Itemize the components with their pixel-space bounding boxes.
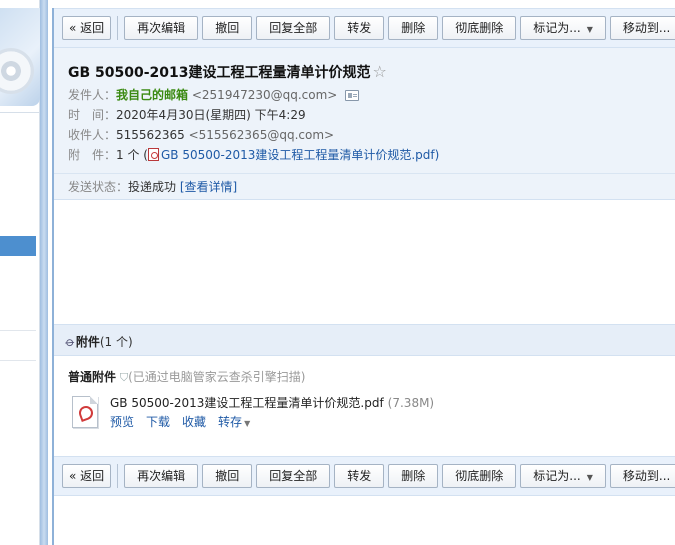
mark-as-dropdown[interactable]: 标记为... ▼ [520, 464, 606, 488]
mail-subject: GB 50500-2013建设工程工程量清单计价规范 [68, 65, 371, 81]
status-value: 投递成功 [128, 180, 177, 194]
time-row: 时 间：2020年4月30日(星期四) 下午4:29 [68, 106, 306, 124]
frame-separator[interactable] [40, 0, 48, 545]
reply-all-button[interactable]: 回复全部 [256, 16, 331, 40]
forward-button[interactable]: 转发 [334, 464, 385, 488]
attachments-section: ⌀附件(1 个) 普通附件 ⛉(已通过电脑管家云查杀引擎扫描) GB 50500… [54, 324, 675, 446]
move-to-label: 移动到... [622, 469, 671, 483]
recipient-address: <515562365@qq.com> [188, 128, 335, 142]
chevron-down-icon: ▼ [586, 473, 593, 482]
pdf-icon[interactable] [72, 396, 98, 428]
sender-name[interactable]: 我自己的邮箱 [116, 88, 188, 102]
move-to-label: 移动到... [622, 21, 671, 35]
sidebar-item-active[interactable] [0, 236, 36, 256]
left-sidebar [0, 0, 40, 545]
reedit-button[interactable]: 再次编辑 [124, 16, 199, 40]
back-button[interactable]: « 返回 [62, 464, 112, 488]
bottom-toolbar: « 返回再次编辑撤回回复全部转发删除彻底删除 标记为... ▼ 移动到...▼ [54, 456, 675, 496]
virus-scan-note: (已通过电脑管家云查杀引擎扫描) [128, 370, 306, 384]
attachment-actions: 预览 下载 收藏 转存 ▼ [110, 413, 250, 430]
undo-button[interactable]: 撤回 [202, 16, 253, 40]
to-label: 收件人： [68, 128, 117, 142]
from-row: 发件人：我自己的邮箱 <251947230@qq.com> [68, 86, 360, 104]
normal-attachments-label: 普通附件 [68, 370, 117, 384]
mark-as-label: 标记为... [533, 21, 581, 35]
shield-icon: ⛉ [119, 371, 129, 384]
favorite-link[interactable]: 收藏 [182, 415, 206, 429]
attachment-close-paren: ) [434, 148, 440, 162]
toolbar-divider [117, 16, 119, 40]
sent-time: 2020年4月30日(星期四) 下午4:29 [116, 108, 306, 122]
sidebar-divider [0, 360, 36, 361]
delete-button[interactable]: 删除 [388, 464, 439, 488]
back-button[interactable]: « 返回 [62, 16, 112, 40]
reply-all-button[interactable]: 回复全部 [256, 464, 331, 488]
attachment-count: 1 个 ( [116, 148, 148, 162]
recipient-name[interactable]: 515562365 [116, 128, 185, 142]
sidebar-divider [0, 330, 36, 331]
delete-button[interactable]: 删除 [388, 16, 439, 40]
toolbar-divider [117, 464, 119, 488]
mark-as-label: 标记为... [533, 469, 581, 483]
sender-address: <251947230@qq.com> [191, 88, 338, 102]
top-toolbar: « 返回再次编辑撤回回复全部转发删除彻底删除 标记为... ▼ 移动到...▼ [54, 8, 675, 48]
attachments-subheader: 普通附件 ⛉(已通过电脑管家云查杀引擎扫描) [68, 368, 305, 385]
mail-header: GB 50500-2013建设工程工程量清单计价规范 ☆ 发件人：我自己的邮箱 <… [54, 48, 675, 200]
logo-disc-graphic [0, 48, 34, 94]
undo-button[interactable]: 撤回 [202, 464, 253, 488]
reedit-button[interactable]: 再次编辑 [124, 464, 199, 488]
attachment-link[interactable]: GB 50500-2013建设工程工程量清单计价规范.pdf [161, 148, 435, 162]
to-row: 收件人：515562365 <515562365@qq.com> [68, 126, 334, 144]
attachment-file-name[interactable]: GB 50500-2013建设工程工程量清单计价规范.pdf [110, 396, 384, 410]
status-label: 发送状态： [68, 180, 129, 194]
attachment-label: 附 件： [68, 148, 117, 162]
sidebar-divider [0, 112, 40, 113]
chevron-down-icon[interactable]: ▼ [244, 419, 250, 428]
delete-permanently-button[interactable]: 彻底删除 [442, 464, 517, 488]
attachments-count: (1 个) [99, 335, 133, 349]
save-to-link[interactable]: 转存 [218, 415, 242, 429]
chevron-down-icon: ▼ [586, 25, 593, 34]
attachments-header: ⌀附件(1 个) [54, 324, 675, 356]
view-details-link[interactable]: [查看详情] [180, 180, 237, 194]
attachment-item: GB 50500-2013建设工程工程量清单计价规范.pdf (7.38M) 预览… [68, 394, 668, 436]
delete-permanently-button[interactable]: 彻底删除 [442, 16, 517, 40]
forward-button[interactable]: 转发 [334, 16, 385, 40]
preview-link[interactable]: 预览 [110, 415, 134, 429]
attachments-title: 附件 [75, 335, 100, 349]
attachment-name-row: GB 50500-2013建设工程工程量清单计价规范.pdf (7.38M) [110, 394, 434, 411]
move-to-dropdown[interactable]: 移动到...▼ [609, 16, 675, 40]
mailbox-logo [0, 8, 40, 106]
mail-reader: « 返回再次编辑撤回回复全部转发删除彻底删除标记为...▼移动到...▼ GB … [52, 8, 675, 545]
time-label: 时 间： [68, 108, 117, 122]
pdf-icon [147, 148, 159, 161]
star-icon[interactable]: ☆ [373, 62, 387, 81]
attachment-row: 附 件：1 个 ( GB 50500-2013建设工程工程量清单计价规范.pdf) [68, 146, 439, 164]
delivery-status-row: 发送状态：投递成功 [查看详情] [54, 173, 675, 200]
mark-as-dropdown[interactable]: 标记为... ▼ [520, 16, 606, 40]
contact-card-icon[interactable] [345, 90, 360, 101]
attachment-file-size: (7.38M) [387, 396, 435, 410]
from-label: 发件人： [68, 88, 117, 102]
subject-row: GB 50500-2013建设工程工程量清单计价规范 ☆ [68, 62, 387, 82]
move-to-dropdown[interactable]: 移动到...▼ [609, 464, 675, 488]
download-link[interactable]: 下载 [146, 415, 170, 429]
